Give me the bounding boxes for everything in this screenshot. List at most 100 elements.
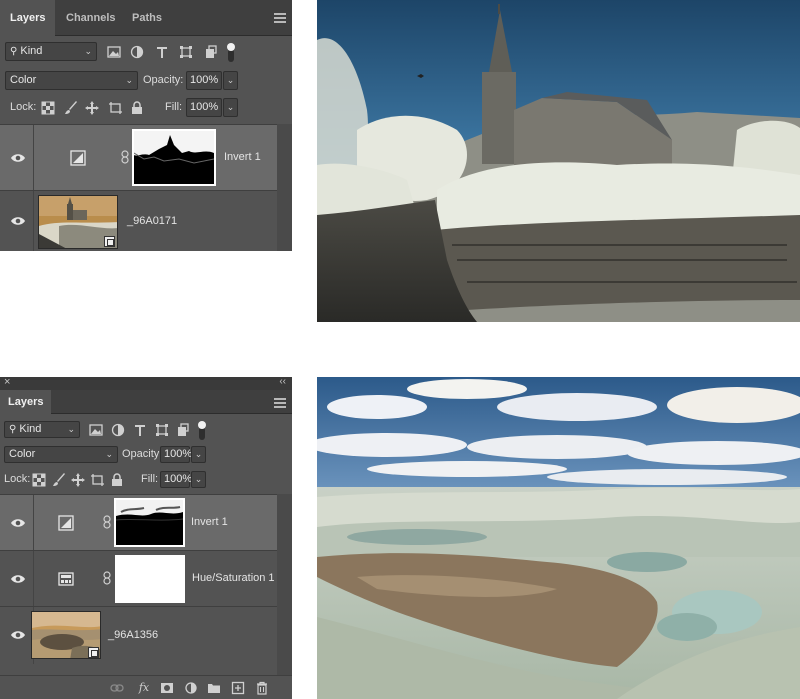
chevron-down-icon: ⌄	[105, 449, 113, 459]
filter-kind-label: Kind	[19, 423, 42, 435]
chain-link-icon[interactable]	[121, 150, 129, 164]
pixel-filter-icon[interactable]	[106, 44, 122, 60]
fill-label: Fill:	[141, 473, 159, 485]
layers-footer-toolbar: fx	[0, 675, 292, 699]
layer-name[interactable]: _96A1356	[108, 629, 158, 641]
layers-panel-top: Layers Channels Paths ⚲ Kind ⌄ Color ⌄ O…	[0, 0, 292, 251]
visibility-eye-icon[interactable]	[10, 629, 26, 641]
layer-row-photo[interactable]: _96A0171	[0, 190, 277, 251]
folder-icon[interactable]	[207, 681, 221, 695]
opacity-input[interactable]: 100%	[186, 71, 222, 90]
layer-mask-thumbnail[interactable]	[114, 498, 185, 547]
visibility-eye-icon[interactable]	[10, 517, 26, 529]
opacity-label: Opacity:	[122, 448, 163, 460]
opacity-dropdown-button[interactable]: ⌄	[223, 71, 238, 90]
fill-input[interactable]: 100%	[160, 471, 192, 488]
trash-icon[interactable]	[255, 681, 269, 695]
layer-row-hue-saturation[interactable]: Hue/Saturation 1	[0, 550, 277, 606]
adjustment-icon[interactable]	[184, 681, 198, 695]
visibility-eye-icon[interactable]	[10, 573, 26, 585]
visibility-eye-icon[interactable]	[10, 152, 26, 164]
adjustment-filter-icon[interactable]	[110, 422, 126, 438]
filter-row: ⚲ Kind ⌄	[0, 419, 292, 445]
lock-brush-icon[interactable]	[63, 100, 79, 116]
pixel-filter-icon[interactable]	[88, 422, 104, 438]
layers-scrollbar[interactable]	[277, 494, 292, 675]
lock-move-icon[interactable]	[84, 100, 100, 116]
filter-toggle-icon[interactable]	[197, 419, 207, 441]
opacity-input[interactable]: 100%	[160, 446, 192, 463]
blend-mode-select[interactable]: Color ⌄	[4, 446, 118, 463]
smart-object-badge-icon	[88, 647, 99, 658]
new-layer-icon[interactable]	[231, 681, 245, 695]
type-filter-icon[interactable]	[154, 44, 170, 60]
lock-move-icon[interactable]	[70, 472, 86, 488]
smart-object-filter-icon[interactable]	[203, 44, 219, 60]
lock-transparent-icon[interactable]	[40, 100, 56, 116]
blend-mode-value: Color	[10, 74, 37, 86]
lock-row: Lock: Fill: 100% ⌄	[0, 96, 292, 122]
invert-adjustment-icon	[58, 515, 74, 531]
chain-link-icon[interactable]	[103, 515, 111, 529]
search-icon: ⚲	[10, 46, 18, 57]
layer-row-invert[interactable]: Invert 1	[0, 494, 277, 550]
layers-panel-bottom: × ‹‹ Layers ⚲ Kind ⌄ Color ⌄ Opacity: 10…	[0, 377, 292, 699]
layer-name[interactable]: _96A0171	[127, 215, 177, 227]
lock-label: Lock:	[4, 473, 31, 485]
blend-row: Color ⌄ Opacity: 100% ⌄	[0, 69, 292, 95]
shape-filter-icon[interactable]	[178, 44, 194, 60]
layer-name[interactable]: Hue/Saturation 1	[192, 572, 275, 584]
panel-tab-bar: Layers Channels Paths	[0, 0, 292, 36]
chevron-down-icon: ⌄	[125, 75, 133, 85]
layer-row-photo[interactable]: _96A1356	[0, 606, 277, 664]
church-infrared-photo	[317, 0, 800, 322]
filter-kind-select[interactable]: ⚲ Kind ⌄	[4, 421, 80, 438]
fill-dropdown-button[interactable]: ⌄	[191, 471, 206, 488]
panel-menu-icon[interactable]	[274, 13, 286, 23]
lock-transparent-icon[interactable]	[31, 472, 47, 488]
blend-mode-select[interactable]: Color ⌄	[5, 71, 138, 90]
link-icon[interactable]	[110, 681, 124, 695]
panel-menu-icon[interactable]	[274, 398, 286, 408]
lock-brush-icon[interactable]	[51, 472, 67, 488]
layer-row-invert[interactable]: Invert 1	[0, 124, 277, 190]
smart-object-badge-icon	[104, 236, 115, 247]
filter-kind-select[interactable]: ⚲ Kind ⌄	[5, 42, 97, 61]
fx-icon[interactable]: fx	[135, 681, 153, 695]
smart-object-filter-icon[interactable]	[175, 422, 191, 438]
layer-mask-thumbnail[interactable]	[132, 129, 216, 186]
shape-filter-icon[interactable]	[154, 422, 170, 438]
hue-saturation-adjustment-icon	[58, 571, 74, 587]
fill-input[interactable]: 100%	[186, 98, 222, 117]
lock-all-icon[interactable]	[129, 100, 145, 116]
filter-toggle-icon[interactable]	[226, 41, 236, 63]
tab-layers[interactable]: Layers	[0, 0, 56, 36]
chain-link-icon[interactable]	[103, 571, 111, 585]
mask-icon[interactable]	[160, 681, 174, 695]
tab-paths[interactable]: Paths	[122, 0, 172, 36]
landscape-infrared-photo	[317, 377, 800, 699]
tab-layers[interactable]: Layers	[0, 390, 52, 414]
filter-row: ⚲ Kind ⌄	[0, 40, 292, 66]
visibility-eye-icon[interactable]	[10, 215, 26, 227]
layer-name[interactable]: Invert 1	[191, 516, 228, 528]
tab-channels[interactable]: Channels	[56, 0, 126, 36]
invert-adjustment-icon	[70, 150, 86, 166]
adjustment-filter-icon[interactable]	[129, 44, 145, 60]
search-icon: ⚲	[9, 424, 17, 435]
opacity-dropdown-button[interactable]: ⌄	[191, 446, 206, 463]
lock-label: Lock:	[10, 101, 37, 113]
blend-mode-value: Color	[9, 448, 36, 460]
lock-all-icon[interactable]	[109, 472, 125, 488]
type-filter-icon[interactable]	[132, 422, 148, 438]
fill-dropdown-button[interactable]: ⌄	[223, 98, 238, 117]
layers-scrollbar[interactable]	[277, 124, 292, 251]
layer-mask-thumbnail[interactable]	[115, 555, 185, 603]
close-panel-button[interactable]: ×	[4, 377, 10, 388]
layer-name[interactable]: Invert 1	[224, 151, 261, 163]
lock-artboard-icon[interactable]	[89, 472, 105, 488]
fill-label: Fill:	[165, 101, 183, 113]
collapse-panel-button[interactable]: ‹‹	[279, 377, 286, 387]
lock-artboard-icon[interactable]	[107, 100, 123, 116]
chevron-down-icon: ⌄	[67, 424, 75, 434]
